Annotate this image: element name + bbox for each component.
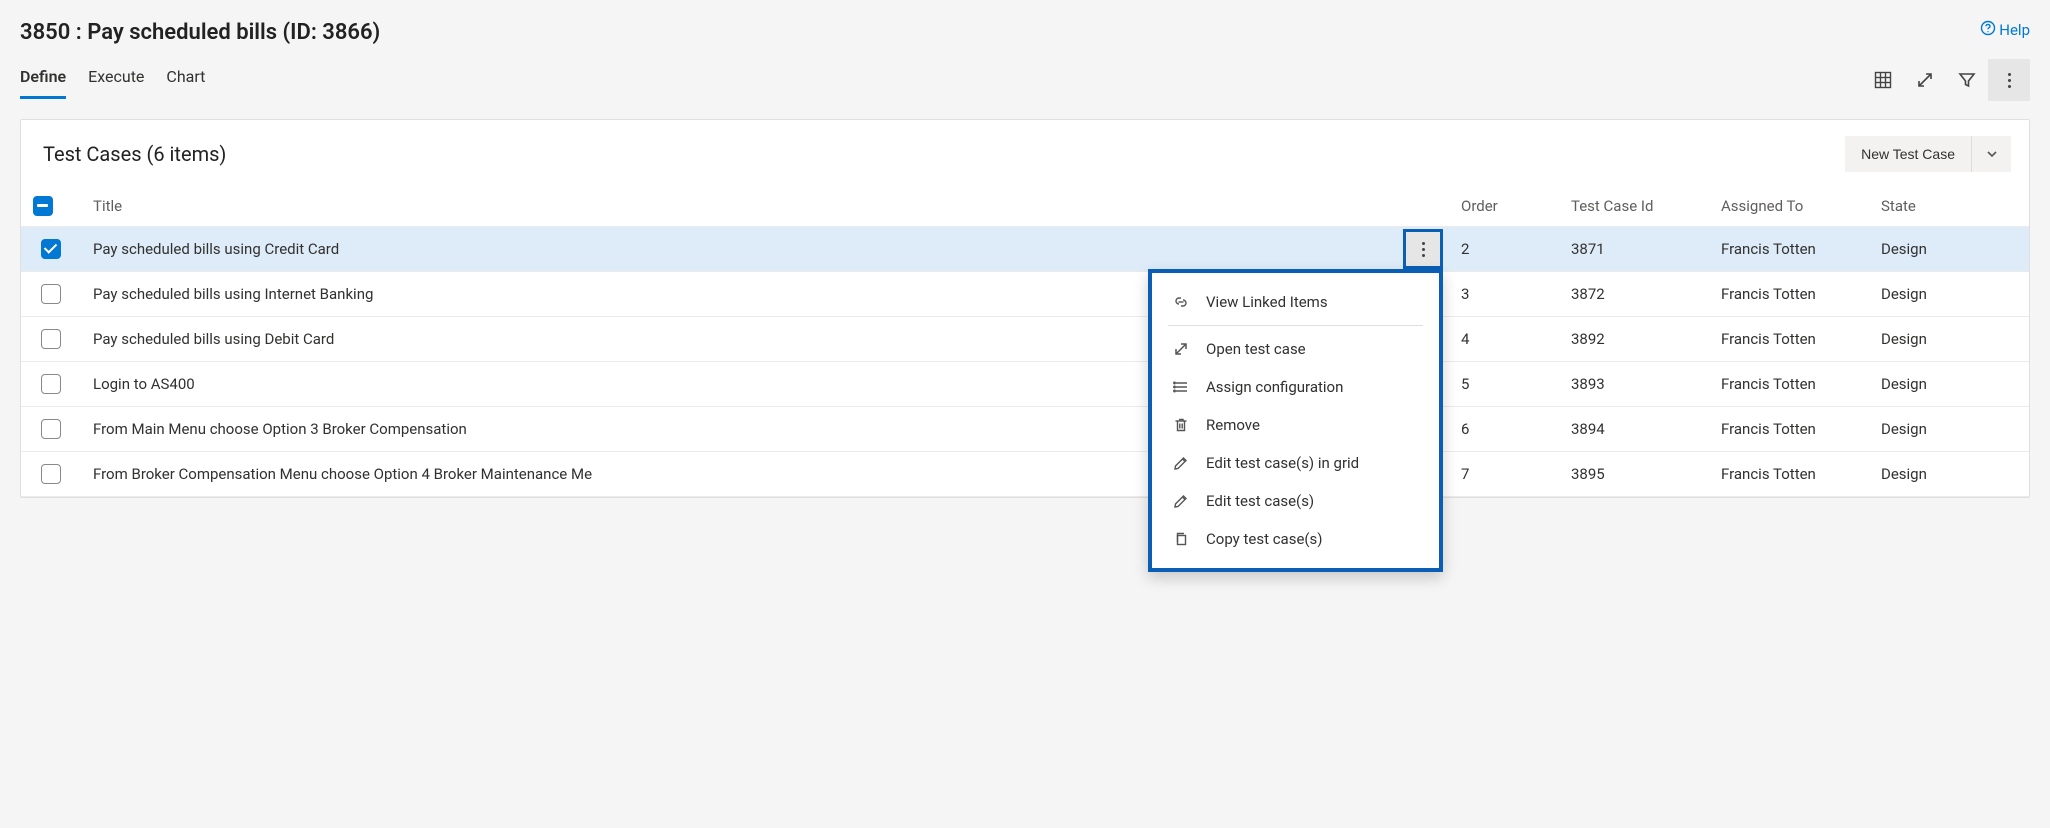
help-icon bbox=[1980, 20, 1996, 40]
cell-id: 3894 bbox=[1559, 407, 1709, 452]
edit-icon bbox=[1172, 492, 1190, 510]
new-test-case-button[interactable]: New Test Case bbox=[1845, 136, 1971, 172]
test-cases-table: Title Order Test Case Id Assigned To Sta… bbox=[21, 186, 2029, 497]
col-assigned[interactable]: Assigned To bbox=[1709, 186, 1869, 227]
open-icon bbox=[1172, 340, 1190, 358]
help-link[interactable]: Help bbox=[1980, 20, 2030, 40]
row-checkbox[interactable] bbox=[41, 239, 61, 259]
cell-state: Design bbox=[1869, 452, 2029, 497]
cell-id: 3895 bbox=[1559, 452, 1709, 497]
cell-state: Design bbox=[1869, 272, 2029, 317]
row-checkbox[interactable] bbox=[41, 374, 61, 394]
tab-define[interactable]: Define bbox=[20, 61, 66, 99]
context-item-label: View Linked Items bbox=[1206, 293, 1328, 311]
trash-icon bbox=[1172, 416, 1190, 434]
cell-assigned: Francis Totten bbox=[1709, 317, 1869, 362]
grid-view-button[interactable] bbox=[1862, 59, 1904, 101]
cell-state: Design bbox=[1869, 407, 2029, 452]
table-row[interactable]: Pay scheduled bills using Debit Card4389… bbox=[21, 317, 2029, 362]
cell-assigned: Francis Totten bbox=[1709, 227, 1869, 272]
context-item-label: Copy test case(s) bbox=[1206, 530, 1323, 548]
cell-order: 5 bbox=[1449, 362, 1559, 407]
context-item-label: Remove bbox=[1206, 416, 1260, 434]
context-item[interactable]: Open test case bbox=[1152, 330, 1439, 368]
tabs: Define Execute Chart bbox=[20, 61, 205, 99]
link-icon bbox=[1172, 293, 1190, 311]
context-item[interactable]: Remove bbox=[1152, 406, 1439, 444]
edit-icon bbox=[1172, 454, 1190, 472]
cell-order: 3 bbox=[1449, 272, 1559, 317]
select-all-checkbox[interactable] bbox=[33, 196, 53, 216]
context-item[interactable]: Copy test case(s) bbox=[1152, 520, 1439, 558]
config-icon bbox=[1172, 378, 1190, 396]
context-item[interactable]: Edit test case(s) bbox=[1152, 482, 1439, 520]
cell-order: 7 bbox=[1449, 452, 1559, 497]
row-more-button[interactable] bbox=[1403, 229, 1443, 269]
cell-assigned: Francis Totten bbox=[1709, 362, 1869, 407]
cell-assigned: Francis Totten bbox=[1709, 407, 1869, 452]
cell-state: Design bbox=[1869, 317, 2029, 362]
col-order[interactable]: Order bbox=[1449, 186, 1559, 227]
help-label: Help bbox=[1999, 21, 2030, 39]
context-item-label: Edit test case(s) bbox=[1206, 492, 1314, 510]
new-test-case-dropdown[interactable] bbox=[1971, 136, 2011, 172]
row-checkbox[interactable] bbox=[41, 464, 61, 484]
filter-button[interactable] bbox=[1946, 59, 1988, 101]
table-row[interactable]: Pay scheduled bills using Credit Card238… bbox=[21, 227, 2029, 272]
cell-order: 6 bbox=[1449, 407, 1559, 452]
cell-id: 3892 bbox=[1559, 317, 1709, 362]
cell-id: 3871 bbox=[1559, 227, 1709, 272]
cell-assigned: Francis Totten bbox=[1709, 272, 1869, 317]
row-checkbox[interactable] bbox=[41, 329, 61, 349]
row-checkbox[interactable] bbox=[41, 419, 61, 439]
context-item-label: Open test case bbox=[1206, 340, 1306, 358]
cell-order: 4 bbox=[1449, 317, 1559, 362]
fullscreen-button[interactable] bbox=[1904, 59, 1946, 101]
tab-chart[interactable]: Chart bbox=[166, 61, 205, 99]
context-item[interactable]: View Linked Items bbox=[1152, 283, 1439, 321]
context-item-label: Edit test case(s) in grid bbox=[1206, 454, 1359, 472]
copy-icon bbox=[1172, 530, 1190, 548]
context-item[interactable]: Edit test case(s) in grid bbox=[1152, 444, 1439, 482]
table-header-row: Title Order Test Case Id Assigned To Sta… bbox=[21, 186, 2029, 227]
context-item[interactable]: Assign configuration bbox=[1152, 368, 1439, 406]
cell-assigned: Francis Totten bbox=[1709, 452, 1869, 497]
table-row[interactable]: From Broker Compensation Menu choose Opt… bbox=[21, 452, 2029, 497]
more-options-button[interactable] bbox=[1988, 59, 2030, 101]
col-title[interactable]: Title bbox=[81, 186, 1449, 227]
context-item-label: Assign configuration bbox=[1206, 378, 1343, 396]
row-context-menu[interactable]: View Linked Items Open test case Assign co… bbox=[1148, 269, 1443, 572]
context-separator bbox=[1168, 325, 1423, 326]
more-icon bbox=[2008, 73, 2011, 88]
panel-title: Test Cases (6 items) bbox=[43, 142, 226, 166]
tab-execute[interactable]: Execute bbox=[88, 61, 144, 99]
cell-title: Pay scheduled bills using Credit Card bbox=[81, 227, 1449, 272]
more-icon bbox=[1422, 242, 1425, 257]
cell-id: 3893 bbox=[1559, 362, 1709, 407]
table-row[interactable]: From Main Menu choose Option 3 Broker Co… bbox=[21, 407, 2029, 452]
page-title: 3850 : Pay scheduled bills (ID: 3866) bbox=[20, 20, 380, 45]
table-row[interactable]: Login to AS40053893Francis TottenDesign bbox=[21, 362, 2029, 407]
table-row[interactable]: Pay scheduled bills using Internet Banki… bbox=[21, 272, 2029, 317]
cell-id: 3872 bbox=[1559, 272, 1709, 317]
col-id[interactable]: Test Case Id bbox=[1559, 186, 1709, 227]
cell-state: Design bbox=[1869, 362, 2029, 407]
col-state[interactable]: State bbox=[1869, 186, 2029, 227]
cell-order: 2 bbox=[1449, 227, 1559, 272]
cell-state: Design bbox=[1869, 227, 2029, 272]
row-checkbox[interactable] bbox=[41, 284, 61, 304]
test-cases-panel: Test Cases (6 items) New Test Case Title… bbox=[20, 119, 2030, 498]
